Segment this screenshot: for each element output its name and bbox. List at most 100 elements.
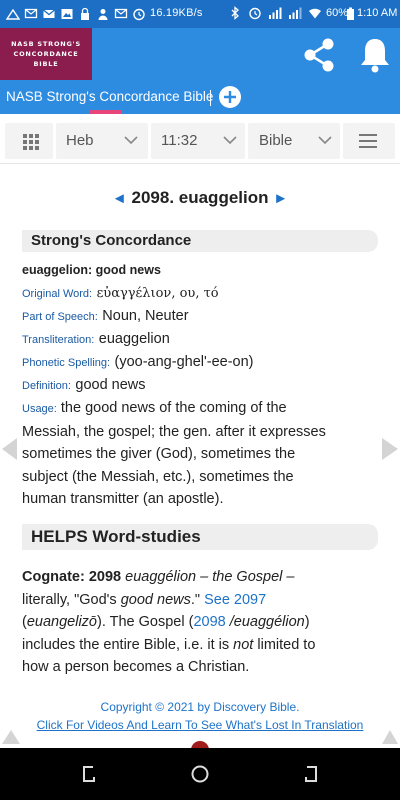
- menu-button[interactable]: [5, 123, 53, 159]
- message-icon: [24, 8, 38, 19]
- hamburger-icon: [359, 134, 377, 148]
- reference-select[interactable]: 11:32: [151, 123, 245, 159]
- cognate-label: Cognate: 2098: [22, 569, 122, 585]
- app-screen: 16.19KB/s 60% 1:10 AM NASB STRONG'S CONC…: [0, 0, 400, 800]
- clock: 1:10 AM: [357, 7, 398, 19]
- literally-text: literally, "God's: [22, 591, 117, 608]
- dash-gloss: – the Gospel –: [200, 569, 295, 585]
- definition-value: good news: [75, 377, 146, 393]
- grid-icon: [23, 134, 39, 150]
- usage-label: Usage:: [22, 403, 57, 415]
- next-entry-arrow[interactable]: ►: [273, 190, 288, 207]
- logo-line-2: CONCORDANCE: [13, 50, 79, 58]
- share-icon: [304, 38, 334, 72]
- transliteration-row: Transliteration: euaggelion: [22, 328, 378, 351]
- notifications-button[interactable]: [352, 32, 398, 78]
- part-of-speech-row: Part of Speech: Noun, Neuter: [22, 305, 378, 328]
- status-left-icons: [6, 6, 146, 22]
- scroll-up-arrow-icon[interactable]: [0, 726, 22, 746]
- phonetic-label: Phonetic Spelling:: [22, 357, 111, 369]
- helps-block: Cognate: 2098 euaggélion – the Gospel – …: [22, 566, 382, 679]
- bluetooth-icon: [231, 6, 239, 20]
- footer: Copyright © 2021 by Discovery Bible. Cli…: [0, 698, 400, 734]
- definition-row: Definition: good news: [22, 374, 378, 397]
- chevron-down-icon: [223, 136, 237, 145]
- paren-close: ): [304, 614, 310, 630]
- helps-line: literally, "God's good news." See 2097: [22, 589, 382, 612]
- version-select[interactable]: Bible: [248, 123, 340, 159]
- copyright-link[interactable]: Copyright © 2021 by Discovery Bible.: [0, 698, 400, 716]
- back-icon[interactable]: [80, 765, 98, 783]
- logo-line-1: NASB STRONG'S: [11, 40, 81, 48]
- prev-page-arrow-icon[interactable]: [0, 436, 18, 462]
- usage-text: the good news of the coming of the: [60, 400, 287, 416]
- transliteration-value: euaggelion: [98, 331, 170, 347]
- home-icon[interactable]: [190, 764, 210, 784]
- good-news-term: good news: [120, 591, 191, 608]
- signal-icon: [289, 7, 302, 19]
- signal-icon: [6, 8, 20, 20]
- app-logo: NASB STRONG'S CONCORDANCE BIBLE: [0, 28, 92, 80]
- helps-line-3-end: limited to: [257, 636, 316, 653]
- logo-line-3: BIBLE: [33, 60, 59, 68]
- see-2097-link[interactable]: See 2097: [204, 592, 266, 608]
- entry-heading-row: ◄ 2098. euaggelion ►: [0, 188, 400, 208]
- definition-label: Definition:: [22, 380, 71, 392]
- person-icon: [98, 9, 108, 20]
- language-select[interactable]: Heb: [56, 123, 148, 159]
- alarm-icon: [249, 7, 261, 20]
- usage-line: human transmitter (an apostle).: [22, 491, 224, 507]
- usage-block: Usage: the good news of the coming of th…: [22, 397, 378, 511]
- part-of-speech-value: Noun, Neuter: [102, 308, 189, 324]
- system-nav-bar: [0, 748, 400, 800]
- bell-icon: [361, 39, 389, 73]
- link-2098[interactable]: 2098: [193, 614, 225, 630]
- usage-line: subject (the Messiah, etc.), sometimes t…: [22, 468, 294, 485]
- active-tab-indicator: [90, 110, 122, 114]
- prev-entry-arrow[interactable]: ◄: [112, 190, 127, 207]
- message-icon: [114, 8, 128, 19]
- tab-divider: [210, 90, 211, 106]
- share-button[interactable]: [296, 32, 342, 78]
- usage-line: Messiah, the gospel; the gen. after it e…: [22, 423, 326, 440]
- strongs-block: euaggelion: good news Original Word: εὐα…: [22, 262, 378, 511]
- euangelizo-term: euangelizō: [26, 614, 97, 630]
- original-word-value: εὐαγγέλιον, ου, τό: [96, 286, 219, 301]
- signal-4g-icon: [269, 7, 282, 19]
- headword: euaggelion: good news: [22, 263, 161, 277]
- gospel-text: ). The Gospel (: [97, 614, 194, 630]
- reference-value: 11:32: [161, 132, 198, 149]
- battery-icon: [347, 7, 354, 20]
- original-word-row: Original Word: εὐαγγέλιον, ου, τό: [22, 282, 378, 305]
- add-tab-button[interactable]: [219, 86, 241, 108]
- chevron-down-icon: [124, 136, 138, 145]
- status-right-icons: [228, 6, 322, 20]
- language-value: Heb: [66, 132, 94, 149]
- videos-link[interactable]: Click For Videos And Learn To See What's…: [0, 716, 400, 734]
- part-of-speech-label: Part of Speech:: [22, 311, 98, 323]
- status-bar: 16.19KB/s 60% 1:10 AM: [0, 0, 400, 28]
- tab-nasb-strongs[interactable]: NASB Strong's Concordance Bible: [0, 84, 214, 114]
- app-header: NASB STRONG'S CONCORDANCE BIBLE: [0, 28, 400, 84]
- phonetic-value: (yoo-ang-ghel'-ee-on): [114, 354, 254, 370]
- phonetic-row: Phonetic Spelling: (yoo-ang-ghel'-ee-on): [22, 351, 378, 374]
- scroll-up-arrow-icon[interactable]: [380, 726, 400, 746]
- version-value: Bible: [259, 132, 293, 149]
- strongs-section-title: Strong's Concordance: [22, 230, 378, 252]
- helps-line: how a person becomes a Christian.: [22, 659, 250, 675]
- gmail-icon: [43, 9, 55, 18]
- helps-line-3-text: includes the entire Bible, i.e. it is: [22, 636, 230, 653]
- tab-label: NASB Strong's Concordance Bible: [6, 89, 214, 104]
- helps-line: (euangelizō). The Gospel (2098 /euaggéli…: [22, 611, 382, 634]
- entry-heading: 2098. euaggelion: [131, 188, 269, 207]
- wifi-icon: [309, 8, 321, 19]
- usage-line: Usage: the good news of the coming of th…: [22, 397, 378, 421]
- recents-icon[interactable]: [302, 765, 320, 783]
- next-page-arrow-icon[interactable]: [380, 436, 400, 462]
- toolbar: Heb 11:32 Bible: [0, 118, 400, 164]
- transliteration-label: Transliteration:: [22, 334, 95, 346]
- helps-line: includes the entire Bible, i.e. it is no…: [22, 634, 382, 657]
- more-menu-button[interactable]: [343, 123, 395, 159]
- usage-line: sometimes the giver (God), sometimes the: [22, 446, 296, 462]
- quote-end: .": [190, 591, 201, 608]
